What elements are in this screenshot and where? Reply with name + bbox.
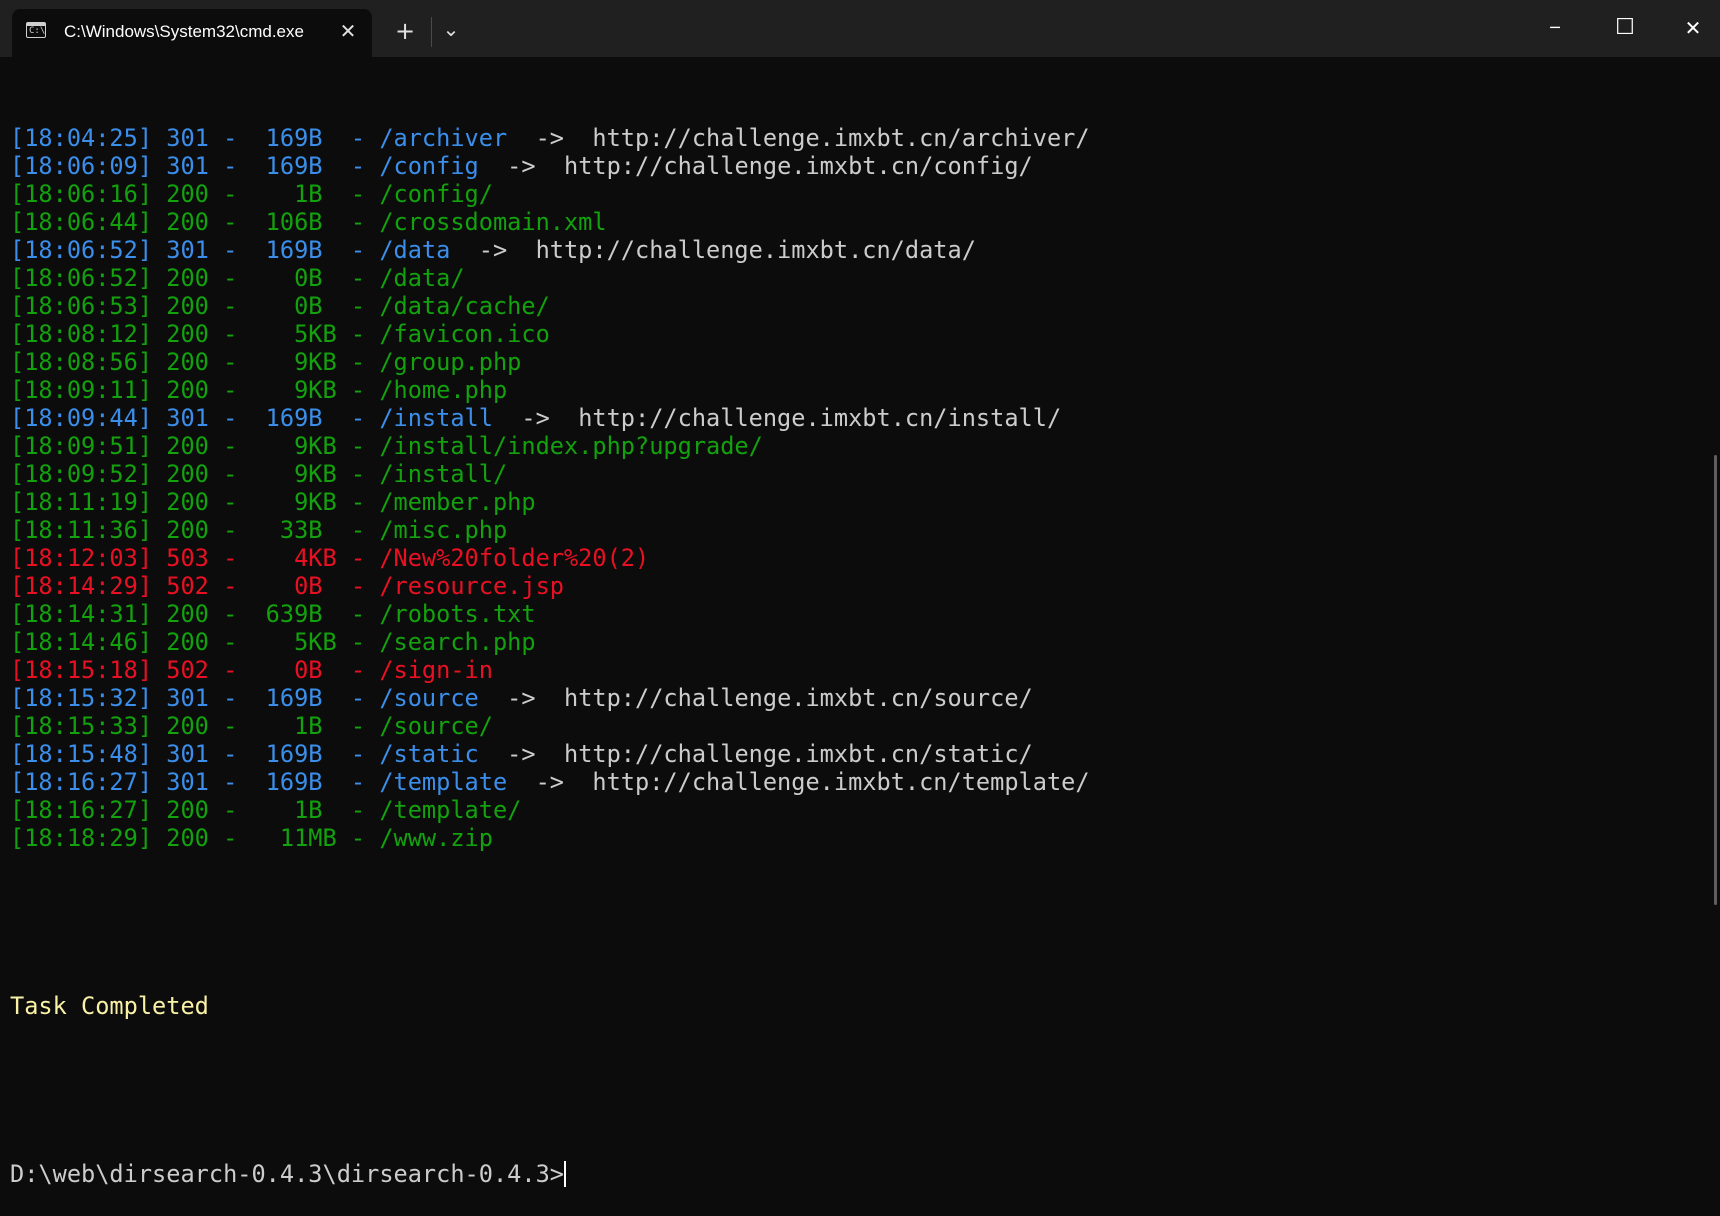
toolbar-divider	[431, 17, 432, 47]
log-entry-text: [18:09:11] 200 - 9KB - /home.php	[10, 376, 508, 404]
new-tab-button[interactable]: +	[390, 16, 420, 46]
redirect-target: -> http://challenge.imxbt.cn/config/	[478, 152, 1033, 180]
log-line: [18:04:25] 301 - 169B - /archiver -> htt…	[10, 124, 1700, 152]
redirect-target: -> http://challenge.imxbt.cn/template/	[507, 768, 1090, 796]
log-line: [18:11:19] 200 - 9KB - /member.php	[10, 488, 1700, 516]
log-line: [18:15:48] 301 - 169B - /static -> http:…	[10, 740, 1700, 768]
text-cursor	[563, 1161, 566, 1187]
redirect-target: -> http://challenge.imxbt.cn/source/	[478, 684, 1033, 712]
log-entry-text: [18:15:48] 301 - 169B - /static	[10, 740, 479, 768]
command-prompt[interactable]: D:\web\dirsearch-0.4.3\dirsearch-0.4.3>	[10, 1160, 1700, 1188]
log-entry-text: [18:08:12] 200 - 5KB - /favicon.ico	[10, 320, 550, 348]
log-entry-text: [18:06:16] 200 - 1B - /config/	[10, 180, 493, 208]
scrollbar[interactable]	[1714, 455, 1717, 905]
log-entry-text: [18:06:09] 301 - 169B - /config	[10, 152, 479, 180]
log-entry-text: [18:12:03] 503 - 4KB - /New%20folder%20(…	[10, 544, 650, 572]
log-line: [18:15:33] 200 - 1B - /source/	[10, 712, 1700, 740]
log-entry-text: [18:06:44] 200 - 106B - /crossdomain.xml	[10, 208, 607, 236]
log-line: [18:16:27] 200 - 1B - /template/	[10, 796, 1700, 824]
log-line: [18:11:36] 200 - 33B - /misc.php	[10, 516, 1700, 544]
log-line: [18:18:29] 200 - 11MB - /www.zip	[10, 824, 1700, 852]
prompt-text: D:\web\dirsearch-0.4.3\dirsearch-0.4.3>	[10, 1160, 564, 1188]
log-line: [18:09:11] 200 - 9KB - /home.php	[10, 376, 1700, 404]
log-line: [18:06:44] 200 - 106B - /crossdomain.xml	[10, 208, 1700, 236]
redirect-target: -> http://challenge.imxbt.cn/data/	[450, 236, 976, 264]
log-entry-text: [18:18:29] 200 - 11MB - /www.zip	[10, 824, 493, 852]
log-entry-text: [18:11:36] 200 - 33B - /misc.php	[10, 516, 508, 544]
log-entry-text: [18:15:18] 502 - 0B - /sign-in	[10, 656, 493, 684]
terminal-icon: C:\	[26, 22, 46, 38]
redirect-target: -> http://challenge.imxbt.cn/static/	[478, 740, 1033, 768]
log-line: [18:06:53] 200 - 0B - /data/cache/	[10, 292, 1700, 320]
tab-title: C:\Windows\System32\cmd.exe	[64, 22, 304, 41]
log-entry-text: [18:09:52] 200 - 9KB - /install/	[10, 460, 508, 488]
log-line: [18:06:52] 200 - 0B - /data/	[10, 264, 1700, 292]
log-line: [18:15:18] 502 - 0B - /sign-in	[10, 656, 1700, 684]
redirect-target: -> http://challenge.imxbt.cn/install/	[492, 404, 1062, 432]
minimize-button[interactable]: ─	[1532, 12, 1578, 44]
log-entry-text: [18:11:19] 200 - 9KB - /member.php	[10, 488, 536, 516]
dropdown-chevron-icon[interactable]: ⌄	[436, 14, 466, 44]
log-entry-text: [18:15:32] 301 - 169B - /source	[10, 684, 479, 712]
log-line: [18:15:32] 301 - 169B - /source -> http:…	[10, 684, 1700, 712]
log-line: [18:09:44] 301 - 169B - /install -> http…	[10, 404, 1700, 432]
log-line: [18:16:27] 301 - 169B - /template -> htt…	[10, 768, 1700, 796]
log-entry-text: [18:06:53] 200 - 0B - /data/cache/	[10, 292, 550, 320]
log-line: [18:08:56] 200 - 9KB - /group.php	[10, 348, 1700, 376]
log-entry-text: [18:09:51] 200 - 9KB - /install/index.ph…	[10, 432, 763, 460]
tab-cmd[interactable]: C:\ C:\Windows\System32\cmd.exe ✕	[12, 9, 372, 57]
maximize-button[interactable]: ☐	[1602, 12, 1648, 44]
tab-close-icon[interactable]: ✕	[334, 17, 362, 45]
log-entry-text: [18:16:27] 301 - 169B - /template	[10, 768, 508, 796]
log-entry-text: [18:09:44] 301 - 169B - /install	[10, 404, 493, 432]
log-line: [18:08:12] 200 - 5KB - /favicon.ico	[10, 320, 1700, 348]
log-entry-text: [18:14:31] 200 - 639B - /robots.txt	[10, 600, 536, 628]
terminal-output[interactable]: [18:04:25] 301 - 169B - /archiver -> htt…	[10, 68, 1700, 1188]
log-entry-text: [18:06:52] 301 - 169B - /data	[10, 236, 451, 264]
log-entry-text: [18:14:46] 200 - 5KB - /search.php	[10, 628, 536, 656]
redirect-target: -> http://challenge.imxbt.cn/archiver/	[507, 124, 1090, 152]
log-line: [18:09:51] 200 - 9KB - /install/index.ph…	[10, 432, 1700, 460]
task-completed-text: Task Completed	[10, 992, 209, 1020]
log-entry-text: [18:15:33] 200 - 1B - /source/	[10, 712, 493, 740]
log-line: [18:06:16] 200 - 1B - /config/	[10, 180, 1700, 208]
log-line: [18:09:52] 200 - 9KB - /install/	[10, 460, 1700, 488]
log-line: [18:14:29] 502 - 0B - /resource.jsp	[10, 572, 1700, 600]
log-entry-text: [18:08:56] 200 - 9KB - /group.php	[10, 348, 522, 376]
log-line: [18:12:03] 503 - 4KB - /New%20folder%20(…	[10, 544, 1700, 572]
log-line: [18:06:52] 301 - 169B - /data -> http://…	[10, 236, 1700, 264]
log-entry-text: [18:06:52] 200 - 0B - /data/	[10, 264, 465, 292]
close-button[interactable]: ✕	[1670, 12, 1716, 44]
log-entry-text: [18:04:25] 301 - 169B - /archiver	[10, 124, 508, 152]
log-line: [18:06:09] 301 - 169B - /config -> http:…	[10, 152, 1700, 180]
log-line: [18:14:31] 200 - 639B - /robots.txt	[10, 600, 1700, 628]
log-lines: [18:04:25] 301 - 169B - /archiver -> htt…	[10, 124, 1700, 852]
log-entry-text: [18:14:29] 502 - 0B - /resource.jsp	[10, 572, 564, 600]
log-entry-text: [18:16:27] 200 - 1B - /template/	[10, 796, 522, 824]
log-line: [18:14:46] 200 - 5KB - /search.php	[10, 628, 1700, 656]
title-bar: C:\ C:\Windows\System32\cmd.exe ✕ + ⌄ ─ …	[0, 0, 1720, 57]
